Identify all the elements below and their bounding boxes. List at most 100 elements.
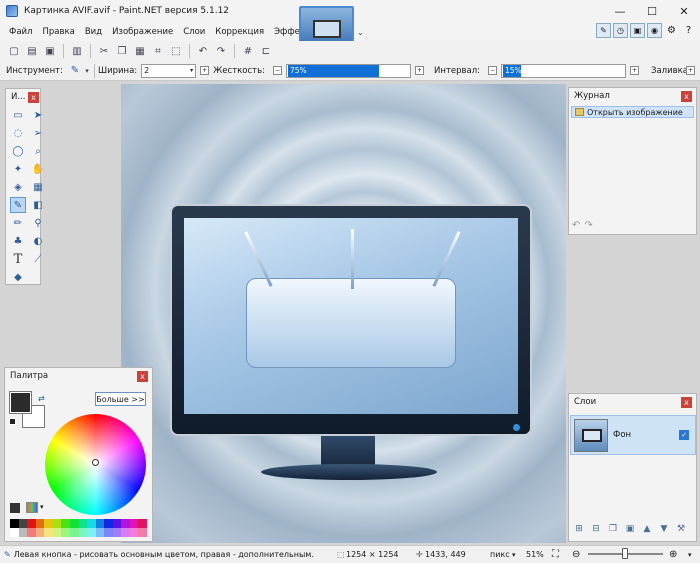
close-icon[interactable]: ✕ — [668, 0, 700, 22]
print-icon[interactable]: ▥ — [69, 43, 85, 59]
chevron-down-icon[interactable]: ▾ — [83, 63, 91, 79]
color-picker-icon[interactable]: ⚲ — [30, 215, 46, 231]
palette-swatch[interactable] — [18, 519, 28, 528]
primary-color-swatch[interactable] — [9, 391, 32, 414]
zoom-icon[interactable]: ⌕ — [30, 143, 46, 159]
palette-swatch[interactable] — [27, 519, 36, 528]
color-wheel-marker[interactable] — [92, 459, 99, 466]
chevron-down-icon[interactable]: ▾ — [40, 503, 44, 511]
crop-icon[interactable]: ⌗ — [150, 43, 166, 59]
paint-bucket-icon[interactable]: ◈ — [10, 179, 26, 195]
duplicate-layer-icon[interactable]: ❐ — [606, 522, 620, 536]
interval-increase-icon[interactable]: + — [630, 66, 640, 75]
options-overflow-icon[interactable]: + — [686, 66, 695, 75]
pan-hand-icon[interactable]: ✋ — [30, 161, 46, 177]
zoom-slider-thumb[interactable] — [622, 548, 628, 559]
open-folder-icon[interactable]: ▤ — [24, 43, 40, 59]
palette-toggle-icon[interactable]: ◉ — [647, 23, 662, 38]
close-icon[interactable]: x — [681, 91, 692, 102]
paintbrush-icon[interactable]: ✎ — [67, 63, 83, 79]
palette-swatch[interactable] — [112, 519, 122, 528]
move-up-icon[interactable]: ▲ — [640, 522, 654, 536]
paste-icon[interactable]: ▦ — [132, 43, 148, 59]
palette-swatch[interactable] — [129, 519, 139, 528]
pencil-icon[interactable]: ✏ — [10, 215, 26, 231]
palette-swatch[interactable] — [61, 528, 70, 537]
hardness-decrease-icon[interactable]: − — [273, 66, 282, 75]
interval-slider[interactable]: 15% — [501, 63, 627, 78]
tools-toggle-icon[interactable]: ✎ — [596, 23, 611, 38]
brush-width-field[interactable]: 2 ▾ — [141, 63, 197, 78]
layers-toggle-icon[interactable]: ▣ — [630, 23, 645, 38]
zoom-fit-icon[interactable]: ⛶ — [552, 549, 559, 560]
palette-swatch[interactable] — [129, 528, 139, 537]
gradient-icon[interactable]: ▦ — [30, 179, 46, 195]
palette-swatch[interactable] — [69, 519, 79, 528]
palette-swatch[interactable] — [138, 528, 147, 537]
close-icon[interactable]: x — [681, 397, 692, 408]
menu-file[interactable]: Файл — [4, 27, 37, 37]
palette-swatch[interactable] — [10, 528, 19, 537]
palette-swatch[interactable] — [69, 528, 79, 537]
palette-swatch[interactable] — [104, 528, 113, 537]
palette-swatch[interactable] — [138, 519, 147, 528]
zoom-level[interactable]: 51% — [526, 550, 544, 559]
redo-icon[interactable]: ↷ — [584, 220, 592, 231]
paintbrush-icon[interactable]: ✎ — [10, 197, 26, 213]
help-icon[interactable]: ? — [681, 23, 696, 38]
layer-properties-icon[interactable]: ⚒ — [674, 522, 688, 536]
palette-swatch[interactable] — [10, 519, 19, 528]
add-layer-icon[interactable]: ⊞ — [572, 522, 586, 536]
palette-swatch[interactable] — [35, 528, 45, 537]
deselect-icon[interactable]: ⬚ — [168, 43, 184, 59]
chevron-down-icon[interactable]: ▾ — [190, 67, 195, 74]
grid-icon[interactable]: # — [240, 43, 256, 59]
undo-icon[interactable]: ↶ — [195, 43, 211, 59]
chevron-down-icon[interactable]: ▾ — [688, 551, 692, 559]
close-icon[interactable]: x — [28, 92, 39, 103]
palette-swatch[interactable] — [104, 519, 113, 528]
magic-wand-icon[interactable]: ✦ — [10, 161, 26, 177]
new-file-icon[interactable]: ▢ — [6, 43, 22, 59]
palette-swatch[interactable] — [87, 519, 96, 528]
recolor-icon[interactable]: ◐ — [30, 233, 46, 249]
swap-colors-icon[interactable]: ⇄ — [38, 394, 45, 403]
units-select[interactable]: пикс — [490, 550, 510, 559]
menu-layers[interactable]: Слои — [178, 27, 210, 37]
zoom-in-icon[interactable]: ⊕ — [669, 549, 677, 560]
lasso-icon[interactable]: ◌ — [10, 125, 26, 141]
palette-swatch[interactable] — [95, 519, 105, 528]
redo-icon[interactable]: ↷ — [213, 43, 229, 59]
maximize-icon[interactable]: ☐ — [636, 0, 668, 22]
settings-gear-icon[interactable]: ⚙ — [664, 23, 679, 38]
layer-visibility-checkbox[interactable]: ✓ — [679, 430, 689, 440]
clone-stamp-icon[interactable]: ♣ — [10, 233, 26, 249]
palette-swatch[interactable] — [112, 528, 122, 537]
palette-swatch[interactable] — [87, 528, 96, 537]
line-curve-icon[interactable]: ⟋ — [30, 251, 46, 267]
cut-icon[interactable]: ✂ — [96, 43, 112, 59]
palette-swatch[interactable] — [121, 528, 130, 537]
layer-row[interactable]: Фон ✓ — [570, 415, 696, 455]
move-selected-icon[interactable]: ➢ — [30, 125, 46, 141]
palette-swatch-strip[interactable] — [10, 519, 147, 537]
palette-swatch[interactable] — [44, 519, 53, 528]
chevron-down-icon[interactable]: ▾ — [512, 551, 516, 559]
delete-layer-icon[interactable]: ⊟ — [589, 522, 603, 536]
save-icon[interactable]: ▣ — [42, 43, 58, 59]
close-icon[interactable]: x — [137, 371, 148, 382]
palette-swatch[interactable] — [78, 519, 88, 528]
palette-menu-icon[interactable] — [10, 503, 20, 513]
rect-select-icon[interactable]: ▭ — [10, 107, 26, 123]
menu-edit[interactable]: Правка — [37, 27, 79, 37]
palette-swatch[interactable] — [78, 528, 88, 537]
palette-swatch[interactable] — [52, 519, 62, 528]
palette-swatch[interactable] — [52, 528, 62, 537]
menu-adjustments[interactable]: Коррекция — [210, 27, 269, 37]
menu-image[interactable]: Изображение — [107, 27, 178, 37]
shapes-icon[interactable]: ◆ — [10, 269, 26, 285]
interval-decrease-icon[interactable]: − — [488, 66, 498, 75]
zoom-out-icon[interactable]: ⊖ — [572, 549, 580, 560]
undo-icon[interactable]: ↶ — [572, 220, 580, 231]
minimize-icon[interactable]: — — [604, 0, 636, 22]
